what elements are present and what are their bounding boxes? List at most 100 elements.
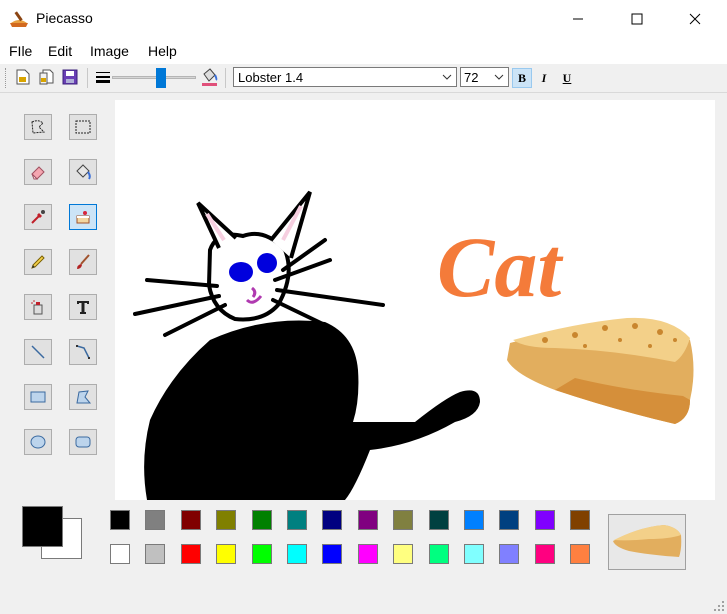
eraser-tool[interactable] [24,159,52,185]
line-tool[interactable] [24,339,52,365]
palette-swatch[interactable] [357,544,378,564]
fill-mode-button[interactable] [199,67,219,87]
minimize-button[interactable] [555,0,601,38]
drawing-canvas[interactable]: Cat [115,100,715,500]
foreground-color-swatch[interactable] [22,506,63,547]
menu-file[interactable]: FIle [9,43,32,59]
palette-swatch[interactable] [322,510,343,530]
palette-swatch[interactable] [428,544,449,564]
palette-swatch[interactable] [464,510,484,530]
line-icon [31,345,45,359]
palette-swatch[interactable] [110,544,130,564]
palette-swatch[interactable] [180,510,201,530]
polygon-tool[interactable] [69,384,97,410]
toolbar-grip [5,68,9,88]
new-file-button[interactable] [14,68,32,86]
paintbrush-icon [77,254,90,269]
palette-swatch[interactable] [322,544,343,564]
rectangle-icon [30,391,46,403]
cake-icon [76,211,90,224]
rect-select-tool[interactable] [69,114,97,140]
menu-edit[interactable]: Edit [48,43,72,59]
toolbar-separator [87,68,88,88]
palette-swatch[interactable] [570,510,591,530]
ellipse-tool[interactable] [24,429,52,455]
line-width-icon [96,72,110,83]
rectangle-tool[interactable] [24,384,52,410]
palette-swatch[interactable] [251,544,272,564]
minimize-icon [573,18,583,20]
palette-swatch[interactable] [534,510,555,530]
chevron-down-icon [442,74,452,80]
maximize-button[interactable] [614,0,660,38]
palette-swatch[interactable] [428,510,449,530]
text-tool[interactable] [69,294,97,320]
color-picker-tool[interactable] [24,204,52,230]
stamp-preview[interactable] [608,514,686,570]
palette-swatch[interactable] [534,544,555,564]
paint-bucket-icon [202,68,218,86]
palette-swatch[interactable] [393,510,414,530]
open-file-icon [39,69,54,85]
underline-button[interactable]: U [557,68,577,88]
curve-tool[interactable] [69,339,97,365]
close-button[interactable] [672,0,718,38]
resize-grip-icon[interactable] [713,600,725,612]
palette-swatch[interactable] [216,544,237,564]
open-file-button[interactable] [38,68,56,86]
brush-size-slider-thumb[interactable] [156,68,166,88]
app-pie-icon [10,11,28,27]
font-family-select[interactable]: Lobster 1.4 [233,67,457,87]
palette-swatch[interactable] [464,544,484,564]
palette-swatch[interactable] [499,510,520,530]
font-size-select[interactable]: 72 [460,67,509,87]
palette-swatch[interactable] [287,544,307,564]
menu-bar: FIle Edit Image Help [0,38,727,64]
title-bar: Piecasso [0,0,727,39]
line-width-button[interactable] [94,68,112,86]
paint-bucket-icon [76,164,91,180]
pie-stamp-tool[interactable] [69,204,97,230]
palette-swatch[interactable] [251,510,272,530]
text-icon [77,301,89,314]
pencil-tool[interactable] [24,249,52,275]
menu-image[interactable]: Image [90,43,129,59]
italic-button[interactable]: I [534,68,554,88]
eraser-icon [31,166,45,180]
palette-swatch[interactable] [357,510,378,530]
ellipse-icon [30,435,46,449]
polygon-icon [76,390,92,404]
palette-swatch[interactable] [499,544,520,564]
fill-tool[interactable] [69,159,97,185]
palette-swatch[interactable] [216,510,237,530]
rounded-rect-tool[interactable] [69,429,97,455]
palette-swatch[interactable] [145,510,166,530]
pencil-icon [31,255,45,269]
palette-swatch[interactable] [145,544,166,564]
palette-swatch[interactable] [110,510,130,530]
window-title: Piecasso [36,10,93,26]
palette-swatch[interactable] [180,544,201,564]
palette-swatch[interactable] [393,544,414,564]
menu-help[interactable]: Help [148,43,177,59]
maximize-icon [631,13,643,25]
curve-icon [76,345,90,359]
palette-swatch[interactable] [570,544,591,564]
palette-swatch[interactable] [287,510,307,530]
lasso-select-icon [31,120,46,134]
free-select-tool[interactable] [24,114,52,140]
brush-size-slider-track[interactable] [112,76,196,79]
cat-drawing: Cat [133,190,694,500]
toolbar-separator [225,68,226,88]
airbrush-tool[interactable] [24,294,52,320]
rounded-rectangle-icon [75,436,91,448]
spray-can-icon [31,300,43,315]
brush-tool[interactable] [69,249,97,275]
save-button[interactable] [61,68,79,86]
save-icon [62,69,78,85]
close-icon [689,13,701,25]
font-size-value: 72 [464,70,479,85]
bold-button[interactable]: B [512,68,532,88]
canvas-text: Cat [437,219,564,315]
font-family-value: Lobster 1.4 [238,70,304,85]
